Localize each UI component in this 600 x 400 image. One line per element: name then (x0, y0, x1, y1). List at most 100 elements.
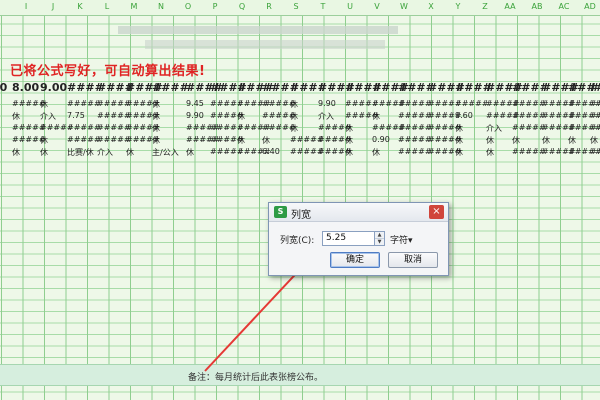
table-cell[interactable]: #### (152, 81, 189, 94)
table-cell[interactable]: 休 (542, 135, 550, 146)
column-header[interactable]: AB (527, 2, 547, 11)
table-cell[interactable]: 介入 (318, 111, 334, 122)
table-cell[interactable]: 8.00 (12, 81, 39, 94)
table-cell[interactable]: 休 (262, 135, 270, 146)
spreadsheet[interactable]: I J K L M N O P Q R S T U V W X Y Z AA A… (0, 0, 600, 400)
table-cell[interactable]: ##### (398, 99, 432, 108)
table-cell[interactable]: 休 (455, 123, 463, 134)
cancel-button[interactable]: 取消 (388, 252, 438, 268)
table-cell[interactable]: 休 (345, 147, 353, 158)
table-cell[interactable]: ##### (67, 123, 101, 132)
table-cell[interactable]: 休 (345, 123, 353, 134)
table-row[interactable]: #休介入7.75##########休9.90#####休#####休介入###… (0, 111, 600, 122)
table-cell[interactable]: 休 (455, 135, 463, 146)
table-cell[interactable]: 休 (372, 111, 380, 122)
table-cell[interactable]: 休 (40, 99, 48, 110)
table-cell[interactable]: 休 (486, 135, 494, 146)
table-cell[interactable]: 休 (372, 147, 380, 158)
dialog-title-bar[interactable]: S 列宽 × (269, 203, 448, 222)
column-header[interactable]: L (97, 2, 117, 11)
spin-up-icon[interactable]: ▲ (375, 232, 384, 239)
table-cell[interactable]: 休 (290, 123, 298, 134)
table-cell[interactable]: ##### (67, 99, 101, 108)
table-cell[interactable]: ##### (398, 135, 432, 144)
table-cell[interactable]: 休 (126, 147, 134, 158)
note-row[interactable]: 备注：每月统计后此表张榜公布。 (0, 364, 600, 386)
table-cell[interactable]: ##### (512, 123, 546, 132)
column-header[interactable]: I (16, 2, 36, 11)
table-cell[interactable]: 主/公入 (152, 147, 179, 158)
table-cell[interactable]: 休 (237, 135, 245, 146)
column-header[interactable]: J (43, 2, 63, 11)
table-cell[interactable]: 休 (290, 99, 298, 110)
table-cell[interactable]: 介入 (486, 123, 502, 134)
table-cell[interactable]: ##### (398, 111, 432, 120)
table-cell[interactable]: 9.90 (186, 111, 204, 120)
table-cell[interactable]: 0.90 (372, 135, 390, 144)
table-row[interactable]: ######休###############休##########休休#####… (0, 135, 600, 146)
table-cell[interactable]: ##### (590, 99, 600, 108)
table-cell[interactable]: 介入 (97, 147, 113, 158)
column-width-spinner[interactable]: ▲ ▼ (375, 231, 385, 246)
column-width-dialog[interactable]: S 列宽 × 列宽(C): 5.25 ▲ ▼ 字符▾ 确定 取消 (268, 202, 449, 276)
table-cell[interactable]: 9.90 (318, 99, 336, 108)
table-cell[interactable]: 休 (345, 135, 353, 146)
table-cell[interactable]: 休 (455, 147, 463, 158)
column-header[interactable]: N (151, 2, 171, 11)
column-header[interactable]: K (70, 2, 90, 11)
table-cell[interactable]: 介入 (40, 111, 56, 122)
column-header[interactable]: AA (500, 2, 520, 11)
table-cell[interactable]: 休 (186, 147, 194, 158)
table-cell[interactable]: 休 (40, 135, 48, 146)
table-cell[interactable]: 休 (568, 135, 576, 146)
column-header[interactable]: U (340, 2, 360, 11)
table-cell[interactable]: ##### (512, 147, 546, 156)
table-cell[interactable]: 6.40 (262, 147, 280, 156)
table-cell[interactable]: ##### (590, 123, 600, 132)
table-cell[interactable]: 休 (152, 123, 160, 134)
column-header[interactable]: S (286, 2, 306, 11)
column-header[interactable]: AC (554, 2, 574, 11)
table-cell[interactable]: 00 (0, 81, 7, 94)
table-cell[interactable]: ##### (67, 135, 101, 144)
table-cell[interactable]: 9.00 (40, 81, 67, 94)
table-cell[interactable]: 休 (12, 147, 20, 158)
column-width-input[interactable]: 5.25 (322, 231, 375, 246)
table-cell[interactable]: ##### (398, 123, 432, 132)
column-header[interactable]: O (178, 2, 198, 11)
column-header[interactable]: M (124, 2, 144, 11)
table-cell[interactable]: ##### (590, 147, 600, 156)
column-header[interactable]: P (205, 2, 225, 11)
close-icon[interactable]: × (429, 205, 444, 219)
table-cell[interactable]: 休 (512, 135, 520, 146)
table-cell[interactable]: 休 (152, 135, 160, 146)
table-cell[interactable]: 休 (237, 111, 245, 122)
table-cell[interactable]: 7.75 (67, 111, 85, 120)
table-cell[interactable]: #### (590, 81, 600, 94)
table-cell[interactable]: 休 (40, 147, 48, 158)
column-header[interactable]: X (421, 2, 441, 11)
unit-dropdown[interactable]: 字符▾ (390, 233, 413, 246)
table-cell[interactable]: ##### (512, 111, 546, 120)
column-header[interactable]: Z (475, 2, 495, 11)
table-cell[interactable]: 9.45 (186, 99, 204, 108)
table-cell[interactable]: 休 (152, 111, 160, 122)
column-header[interactable]: Q (232, 2, 252, 11)
column-header[interactable]: W (394, 2, 414, 11)
table-row[interactable]: #休休比赛/休介入休主/公入休##########6.40##########休… (0, 147, 600, 158)
table-row[interactable]: 5#########################休#############… (0, 123, 600, 134)
column-header[interactable]: AD (580, 2, 600, 11)
table-cell[interactable]: 休 (290, 111, 298, 122)
table-cell[interactable]: ##### (398, 147, 432, 156)
ok-button[interactable]: 确定 (330, 252, 380, 268)
table-cell[interactable]: 休 (152, 99, 160, 110)
table-cell[interactable]: ##### (590, 111, 600, 120)
column-header-bar[interactable]: I J K L M N O P Q R S T U V W X Y Z AA A… (0, 0, 600, 16)
column-header[interactable]: T (313, 2, 333, 11)
column-header[interactable]: Y (448, 2, 468, 11)
table-cell[interactable]: 比赛/休 (67, 147, 94, 158)
table-row[interactable]: 008.009.00##############################… (0, 81, 600, 94)
table-cell[interactable]: ##### (512, 99, 546, 108)
column-header[interactable]: V (367, 2, 387, 11)
table-cell[interactable]: 休 (12, 111, 20, 122)
